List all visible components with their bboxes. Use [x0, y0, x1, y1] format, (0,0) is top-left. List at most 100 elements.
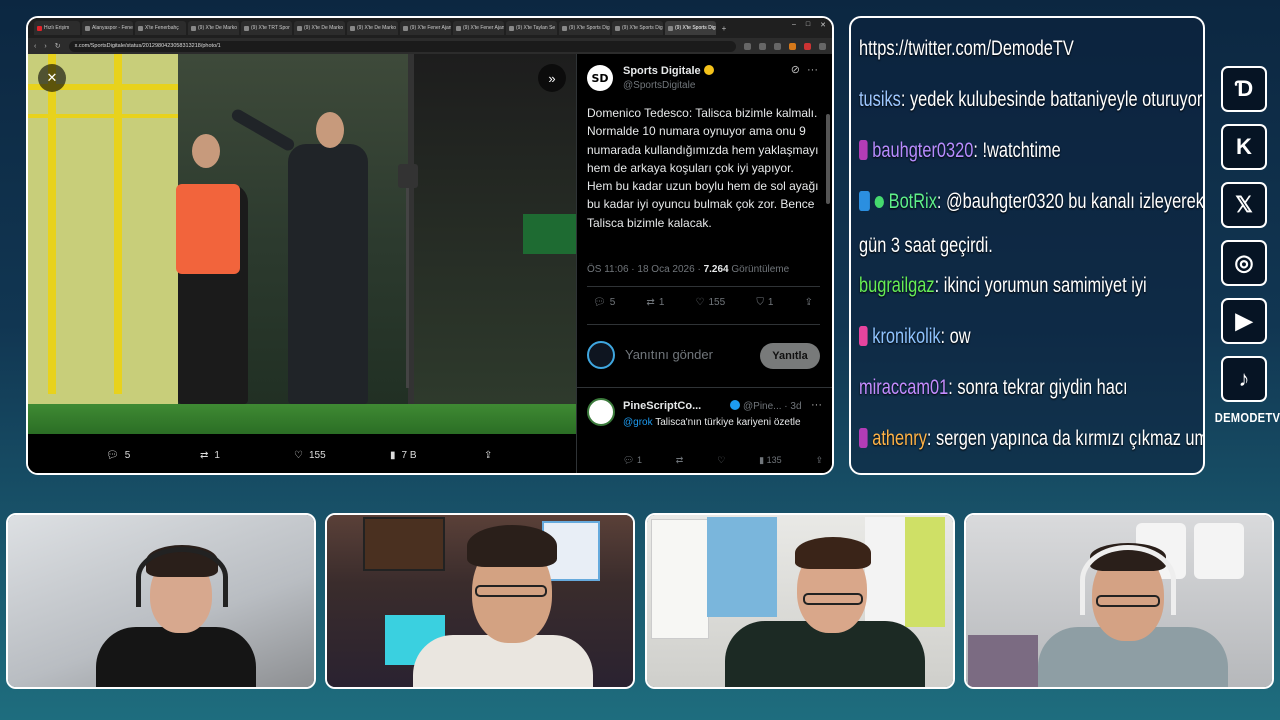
- more-icon[interactable]: ···: [807, 64, 818, 76]
- tab-favicon-icon: [403, 25, 408, 31]
- tab-label: (9) X'te Fener Ajan: [410, 25, 451, 31]
- chat-username[interactable]: BotRix: [889, 190, 937, 213]
- repost-button[interactable]: ⇄ 1: [646, 297, 664, 308]
- browser-tab[interactable]: X'te Fenerbahç: [135, 21, 186, 35]
- instagram-icon: ◎: [1221, 240, 1267, 286]
- reply-button[interactable]: 💬︎ 5: [593, 297, 615, 308]
- chat-message: athenry: sergen yapınca da kırmızı çıkma…: [859, 426, 1203, 452]
- browser-tab[interactable]: (9) X'te Fener Ajan: [453, 21, 504, 35]
- browser-tab[interactable]: (9) X'te Sports Digitale: 'D: [665, 21, 716, 35]
- repost-button[interactable]: ⇄: [676, 455, 684, 466]
- browser-tab[interactable]: (9) X'te TRT Spor: [241, 21, 292, 35]
- minimize-icon[interactable]: –: [792, 21, 796, 29]
- repost-count: 1: [214, 450, 220, 461]
- share-icon: ⇪: [484, 450, 493, 461]
- browser-window: Hızlı Erişim Alanyaspor - Fene X'te Fenerb…: [26, 16, 834, 475]
- close-window-icon[interactable]: ✕: [820, 21, 826, 29]
- chat-username[interactable]: kronikolik: [872, 325, 940, 348]
- avatar: [587, 341, 615, 369]
- like-count: 155: [308, 450, 326, 461]
- browser-tab[interactable]: (9) X'te Sports Dig: [612, 21, 663, 35]
- bar-chart-icon: ▮: [390, 450, 396, 461]
- tab-label: (9) X'te Sports Dig: [622, 25, 663, 31]
- chat-text: : !watchtime: [973, 139, 1061, 162]
- share-button[interactable]: ⇪: [815, 455, 823, 466]
- repost-icon: ⇄: [200, 450, 209, 461]
- reply-author-name[interactable]: PineScriptCo...: [623, 400, 701, 412]
- like-button[interactable]: ♡: [717, 455, 725, 466]
- reply-button[interactable]: 💬︎ 1: [623, 455, 642, 466]
- mention-link: @grok: [623, 417, 653, 428]
- tab-label: Alanyaspor - Fene: [92, 25, 133, 31]
- kick-badge-icon: [859, 140, 868, 160]
- browser-tab[interactable]: (9) X'te De Marko: [347, 21, 398, 35]
- chat-username[interactable]: athenry: [872, 427, 927, 450]
- chat-username[interactable]: miraccam01: [859, 376, 948, 399]
- grok-icon[interactable]: ⊘: [791, 63, 800, 76]
- browser-tab[interactable]: (9) X'te De Marko: [294, 21, 345, 35]
- url-field[interactable]: x.com/SportsDigitale/status/201298042305…: [68, 40, 736, 52]
- bookmark-button[interactable]: ⛉ 1: [756, 297, 773, 308]
- avatar[interactable]: [587, 398, 615, 426]
- maximize-icon[interactable]: □: [806, 21, 810, 29]
- browser-tab[interactable]: (9) X'te Fener Ajan: [400, 21, 451, 35]
- tweet-photo-viewer: ✕ » 💬︎ 5 ⇄ 1 ♡ 155 ▮ 7 B ⇪: [28, 54, 576, 473]
- chat-header-link: https://twitter.com/DemodeTV: [859, 37, 1074, 60]
- chat-username[interactable]: tusiks: [859, 88, 901, 111]
- tweet-text: Domenico Tedesco: Talisca bizimle kalmal…: [587, 106, 819, 230]
- extension-icon[interactable]: [759, 42, 766, 50]
- extension-icon[interactable]: [789, 42, 796, 50]
- repost-button[interactable]: ⇄ 1: [200, 450, 220, 461]
- chat-username[interactable]: bugrailgaz: [859, 274, 935, 297]
- extension-icon[interactable]: [744, 42, 751, 50]
- author-handle[interactable]: @SportsDigitale: [623, 80, 695, 91]
- extension-icon[interactable]: [774, 42, 781, 50]
- back-icon[interactable]: ‹: [34, 43, 36, 50]
- profile-icon[interactable]: [819, 42, 826, 50]
- webcam-1: [6, 513, 316, 689]
- like-button[interactable]: ♡ 155: [696, 297, 726, 308]
- extension-icon[interactable]: [804, 42, 811, 50]
- forward-icon[interactable]: ›: [44, 43, 46, 50]
- reply-submit-button[interactable]: Yanıtla: [760, 343, 820, 369]
- like-button[interactable]: ♡ 155: [294, 450, 326, 461]
- scrollbar[interactable]: [826, 114, 830, 204]
- demode-logo-icon: Ɗ: [1221, 66, 1267, 112]
- match-photo: [28, 54, 576, 434]
- reply-button[interactable]: 💬︎ 5: [106, 450, 130, 461]
- browser-tab[interactable]: (9) X'te Taylan Se: [506, 21, 557, 35]
- tab-strip: Hızlı Erişim Alanyaspor - Fene X'te Fenerb…: [28, 18, 832, 38]
- chat-text: : sonra tekrar giydin hacı: [948, 376, 1128, 399]
- tweet-panel: SD Sports Digitale @SportsDigitale ⊘ ···…: [576, 54, 832, 473]
- heart-icon: ♡: [294, 450, 303, 461]
- browser-tab[interactable]: Alanyaspor - Fene: [82, 21, 133, 35]
- author-name[interactable]: Sports Digitale: [623, 65, 714, 77]
- tab-favicon-icon: [297, 25, 302, 31]
- avatar[interactable]: SD: [587, 65, 613, 91]
- browser-tab[interactable]: Hızlı Erişim: [34, 21, 80, 35]
- webcam-4: [964, 513, 1274, 689]
- new-tab-button[interactable]: +: [718, 24, 730, 33]
- repost-icon: ⇄: [646, 297, 655, 308]
- share-button[interactable]: ⇪: [484, 450, 492, 461]
- bot-badge-icon: [859, 191, 870, 211]
- tweet-views-count: 7.264: [703, 264, 729, 275]
- views-button[interactable]: ▮ 135: [759, 455, 781, 466]
- tab-favicon-icon: [562, 25, 567, 31]
- chevrons-right-icon[interactable]: »: [538, 64, 566, 92]
- chat-username[interactable]: bauhgter0320: [872, 139, 973, 162]
- close-icon[interactable]: ✕: [38, 64, 66, 92]
- reply-input[interactable]: Yanıtını gönder: [625, 347, 713, 362]
- tab-label: Hızlı Erişim: [44, 25, 70, 31]
- views-count: 7 B: [401, 450, 417, 461]
- reload-icon[interactable]: ↻: [55, 42, 61, 50]
- views-button[interactable]: ▮ 7 B: [390, 450, 417, 461]
- brand-label: DEMODETV: [1214, 410, 1280, 425]
- tab-favicon-icon: [615, 25, 620, 31]
- more-icon[interactable]: ···: [811, 399, 822, 411]
- tweet-header: SD Sports Digitale @SportsDigitale ⊘ ···: [587, 62, 822, 96]
- share-button[interactable]: ⇪: [805, 297, 813, 308]
- browser-tab[interactable]: (9) X'te Sports Dig: [559, 21, 610, 35]
- browser-tab[interactable]: (9) X'te De Marko: [188, 21, 239, 35]
- tab-favicon-icon: [509, 25, 514, 31]
